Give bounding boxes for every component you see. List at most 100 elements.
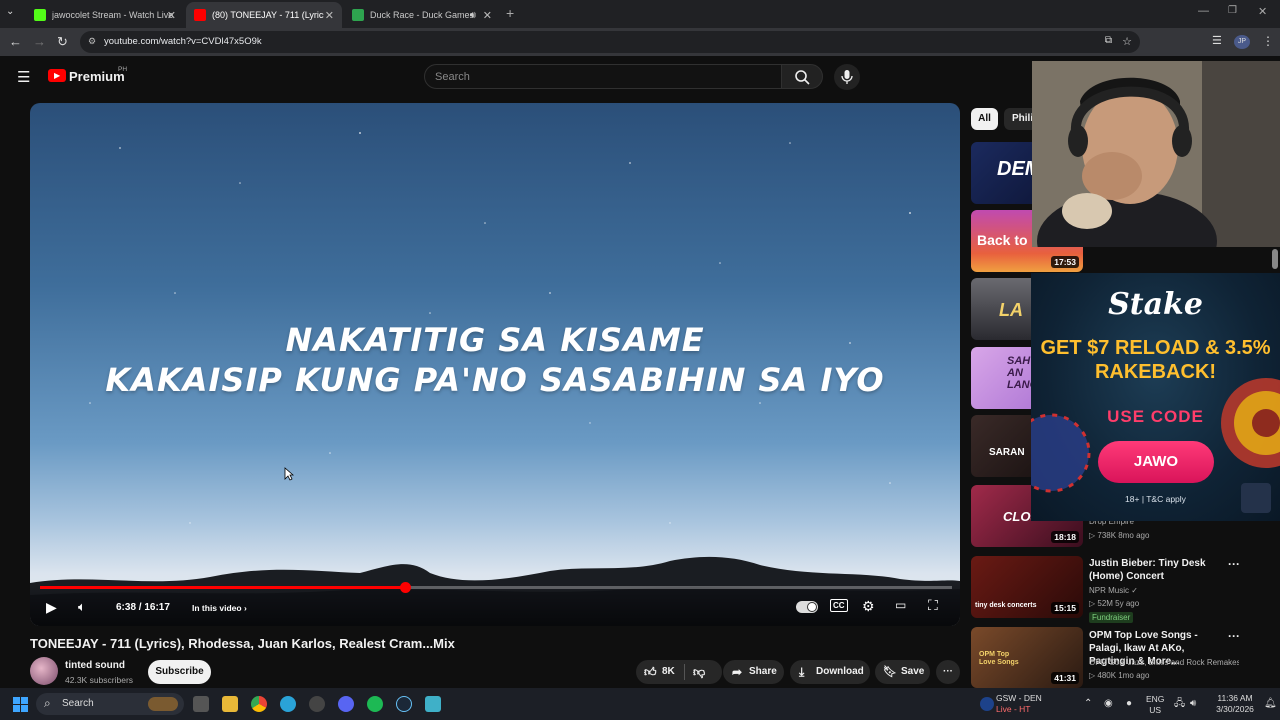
fullscreen-icon[interactable]: ⛶ — [928, 597, 938, 614]
close-window-button[interactable]: ✕ — [1258, 5, 1267, 18]
task-view-icon[interactable] — [193, 696, 209, 712]
streamer-webcam-image — [1032, 61, 1280, 247]
voice-search-button[interactable] — [834, 64, 860, 90]
recommended-thumbnail[interactable]: OPM Top Love Songs 41:31 — [971, 627, 1083, 688]
settings-gear-icon[interactable]: ⚙︎ — [862, 598, 875, 615]
lyrics-line-1: NAKATITIG SA KISAME — [285, 321, 705, 359]
media-control-icon[interactable]: ☰ — [1212, 34, 1222, 47]
share-icon: ➦ — [732, 665, 743, 679]
bookmark-star-icon[interactable]: ☆ — [1122, 35, 1132, 48]
discord-icon[interactable] — [338, 696, 354, 712]
download-button[interactable]: ⤓ Download — [790, 660, 870, 684]
spotify-icon[interactable] — [367, 696, 383, 712]
tray-app-icon[interactable]: ◉ — [1104, 698, 1113, 709]
close-tab-icon[interactable]: ✕ — [167, 9, 176, 22]
tray-overflow-icon[interactable]: ⌃ — [1084, 698, 1092, 709]
sidebar-scrollbar[interactable] — [1272, 249, 1278, 269]
premium-logo-text[interactable]: Premium — [69, 69, 125, 84]
progress-bar[interactable] — [40, 582, 952, 593]
use-code-label: USE CODE — [1107, 407, 1204, 426]
share-button[interactable]: ➦ Share — [723, 660, 784, 684]
video-duration: 17:53 — [1051, 256, 1079, 268]
chapter-button[interactable]: In this video › — [192, 603, 247, 613]
play-icon[interactable]: ▶ — [46, 599, 57, 616]
dislike-button[interactable]: 👎︎ — [693, 660, 705, 684]
maximize-button[interactable]: ❐ — [1228, 5, 1237, 16]
site-info-icon[interactable]: ⚙︎ — [88, 36, 96, 47]
ad-legal-text: 18+ | T&C apply — [1125, 494, 1186, 504]
clock[interactable]: 11:36 AM 3/30/2026 — [1210, 693, 1260, 715]
search-button[interactable] — [781, 64, 823, 89]
close-tab-icon[interactable]: ✕ — [483, 9, 492, 22]
webcam-overlay — [1032, 61, 1280, 247]
install-app-icon[interactable]: ⧉ — [1105, 35, 1112, 46]
save-label: Save — [901, 666, 925, 677]
more-actions-button[interactable]: ··· — [936, 660, 960, 684]
progress-scrubber[interactable] — [400, 582, 411, 593]
network-icon[interactable]: 🖧︎ — [1174, 698, 1185, 709]
tab-duck-race[interactable]: Duck Race - Duck Games 🔊︎ ✕ — [344, 2, 500, 28]
youtube-icon — [194, 9, 206, 21]
omnibox[interactable]: ⚙︎ youtube.com/watch?v=CVDl47x5O9k ☆ ⧉ — [80, 31, 1140, 53]
reload-button[interactable]: ↻ — [57, 34, 68, 50]
promo-code-button: JAWO — [1098, 441, 1214, 483]
search-input[interactable]: Search — [424, 64, 782, 89]
chapter-label: In this video — [192, 603, 242, 613]
autoplay-toggle[interactable] — [796, 601, 818, 613]
recommended-channel[interactable]: OPM Soul Jazz, Blues and Rock Remakes — [1089, 658, 1239, 667]
score-widget[interactable]: GSW - DEN Live - HT — [996, 693, 1042, 715]
video-duration: 41:31 — [1051, 672, 1079, 684]
browser-menu-icon[interactable]: ⋮ — [1262, 34, 1274, 48]
recommended-title[interactable]: Justin Bieber: Tiny Desk (Home) Concert — [1089, 557, 1229, 583]
like-button[interactable]: 👍︎ — [644, 660, 657, 684]
save-button[interactable]: 🔖︎ Save — [875, 660, 930, 684]
thumbnail-text: Back to — [977, 232, 1028, 248]
chip-all[interactable]: All — [971, 108, 998, 130]
steam-icon[interactable] — [396, 696, 412, 712]
url-text[interactable]: youtube.com/watch?v=CVDl47x5O9k — [104, 36, 262, 47]
file-explorer-icon[interactable] — [222, 696, 238, 712]
more-options-icon[interactable]: ··· — [1228, 557, 1240, 571]
app-icon[interactable] — [309, 696, 325, 712]
new-tab-button[interactable]: + — [506, 5, 514, 21]
tray-mic-icon[interactable]: ● — [1126, 698, 1132, 709]
hamburger-menu-icon[interactable]: ☰ — [17, 68, 30, 86]
stake-ad-overlay: Stake GET $7 RELOAD & 3.5% RAKEBACK! USE… — [1031, 273, 1280, 521]
tab-kick[interactable]: jawocolet Stream - Watch Live on Kick ✕ — [26, 2, 184, 28]
channel-name[interactable]: tinted sound — [65, 660, 125, 671]
notification-icon[interactable]: 🔔︎ — [1264, 698, 1277, 709]
subscribe-button[interactable]: Subscribe — [148, 660, 211, 684]
tab-youtube[interactable]: (80) TONEEJAY - 711 (Lyrics), Rhodessa..… — [186, 2, 342, 28]
like-count: 8K — [662, 666, 675, 677]
captions-icon[interactable]: CC — [830, 599, 848, 612]
windows-start-icon[interactable] — [13, 697, 28, 712]
back-button[interactable]: ← — [9, 34, 22, 49]
video-player[interactable]: NAKATITIG SA KISAME KAKAISIP KUNG PA'NO … — [30, 103, 960, 626]
tab-title: (80) TONEEJAY - 711 (Lyrics), Rhodessa..… — [212, 10, 324, 20]
language-indicator[interactable]: ENG US — [1146, 694, 1164, 716]
forward-button[interactable]: → — [33, 34, 46, 49]
taskbar-search[interactable]: ⌕ Search — [36, 693, 184, 715]
channel-avatar[interactable] — [30, 657, 58, 685]
chrome-icon[interactable] — [251, 696, 267, 712]
close-tab-icon[interactable]: ✕ — [325, 9, 334, 22]
youtube-logo-icon[interactable]: ▶ — [48, 69, 66, 82]
search-icon: ⌕ — [44, 696, 51, 710]
notepad-icon[interactable] — [425, 696, 441, 712]
more-options-icon[interactable]: ··· — [1228, 629, 1240, 643]
telegram-icon[interactable] — [280, 696, 296, 712]
minimize-button[interactable]: — — [1198, 5, 1209, 17]
recommended-channel[interactable]: NPR Music ✓ — [1089, 586, 1138, 595]
tab-search-icon[interactable]: ⌄ — [6, 6, 14, 17]
recommended-thumbnail[interactable]: tiny desk concerts 15:15 — [971, 556, 1083, 618]
ad-headline: GET $7 RELOAD & 3.5% RAKEBACK! — [1040, 337, 1271, 383]
recommended-meta: ▷ 480K 1mo ago — [1089, 671, 1150, 680]
nba-score-icon[interactable] — [980, 697, 994, 711]
profile-avatar[interactable]: JP — [1234, 35, 1250, 49]
like-dislike-group: 👍︎ 8K 👎︎ — [636, 660, 722, 684]
webcam-gap — [1085, 247, 1280, 271]
volume-icon[interactable]: 🔈︎ — [78, 599, 86, 615]
volume-icon[interactable]: 🔊︎ — [1190, 698, 1196, 709]
theater-mode-icon[interactable]: ▭ — [895, 598, 906, 612]
time-display: 6:38 / 16:17 — [116, 602, 170, 613]
